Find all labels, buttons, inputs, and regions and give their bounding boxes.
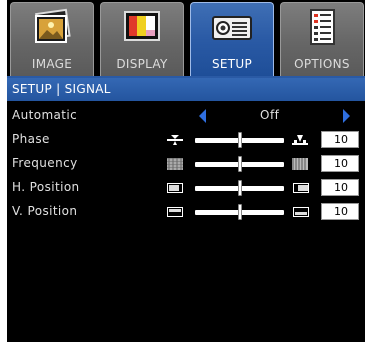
image-icon xyxy=(35,8,71,43)
frequency-value[interactable]: 10 xyxy=(321,155,359,172)
breadcrumb-bar: SETUP | SIGNAL xyxy=(7,78,365,101)
left-arrow-icon[interactable] xyxy=(199,109,206,123)
phase-slider-knob[interactable] xyxy=(237,132,242,148)
tab-display-label: DISPLAY xyxy=(116,57,168,71)
tab-setup-label: SETUP xyxy=(211,57,253,71)
frequency-slider-knob[interactable] xyxy=(237,156,242,172)
v-position-slider-knob[interactable] xyxy=(237,204,242,220)
h-position-left-icon xyxy=(167,183,183,193)
options-checklist-icon xyxy=(310,9,335,45)
tab-display[interactable]: DISPLAY xyxy=(100,2,184,77)
tab-options-label: OPTIONS xyxy=(294,57,350,71)
right-arrow-icon[interactable] xyxy=(343,109,350,123)
tab-bar: IMAGE DISPLAY SETUP OPTIONS xyxy=(7,0,365,77)
v-position-up-icon xyxy=(293,207,309,217)
h-position-value[interactable]: 10 xyxy=(321,179,359,196)
row-h-position[interactable]: H. Position 10 xyxy=(7,177,365,199)
tab-image-label: IMAGE xyxy=(31,57,73,71)
osd-menu: IMAGE DISPLAY SETUP OPTIONS SETUP | SIGN… xyxy=(7,0,365,342)
row-automatic[interactable]: Automatic Off xyxy=(7,105,365,127)
frequency-high-icon xyxy=(292,158,308,170)
breadcrumb: SETUP | SIGNAL xyxy=(12,82,111,96)
automatic-label: Automatic xyxy=(12,108,78,122)
row-phase[interactable]: Phase 10 xyxy=(7,129,365,151)
tab-image[interactable]: IMAGE xyxy=(10,2,94,77)
row-frequency[interactable]: Frequency 10 xyxy=(7,153,365,175)
v-position-label: V. Position xyxy=(12,204,78,218)
display-icon xyxy=(124,11,160,41)
v-position-down-icon xyxy=(167,207,183,217)
tab-options[interactable]: OPTIONS xyxy=(280,2,364,77)
tab-setup[interactable]: SETUP xyxy=(190,2,274,77)
row-v-position[interactable]: V. Position 10 xyxy=(7,201,365,223)
frequency-label: Frequency xyxy=(12,156,78,170)
h-position-label: H. Position xyxy=(12,180,80,194)
h-position-slider-knob[interactable] xyxy=(237,180,242,196)
phase-label: Phase xyxy=(12,132,50,146)
phase-value[interactable]: 10 xyxy=(321,131,359,148)
v-position-value[interactable]: 10 xyxy=(321,203,359,220)
phase-high-icon xyxy=(292,135,308,145)
frequency-low-icon xyxy=(167,158,183,170)
phase-low-icon xyxy=(167,135,183,145)
h-position-right-icon xyxy=(293,183,309,193)
automatic-value: Off xyxy=(260,108,280,122)
setup-projector-icon xyxy=(212,16,252,40)
